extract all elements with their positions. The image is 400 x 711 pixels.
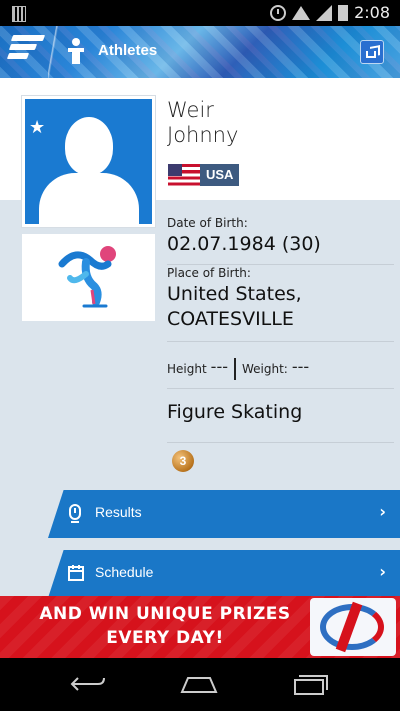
usa-flag-icon	[168, 164, 200, 186]
pob-city: COATESVILLE	[167, 308, 294, 330]
bronze-medal-badge[interactable]: 3	[172, 450, 194, 472]
country-badge: USA	[168, 164, 240, 186]
notification-icon	[12, 6, 26, 22]
results-button[interactable]: Results ›	[0, 490, 400, 538]
menu-icon[interactable]	[6, 32, 46, 70]
ad-line2: EVERY DAY!	[106, 628, 224, 648]
athlete-detail: ★ Weir Johnny USA Date of Birth: 02.07.1…	[0, 78, 400, 596]
sport-name: Figure Skating	[167, 401, 303, 423]
pob-label: Place of Birth:	[167, 266, 251, 280]
app-header: Athletes	[0, 26, 400, 78]
signal-icon	[316, 4, 333, 21]
athlete-photo: ★	[22, 96, 155, 227]
dob-label: Date of Birth:	[167, 216, 248, 230]
weight-value: ---	[291, 356, 310, 376]
weight-label: Weight:	[242, 362, 288, 376]
home-icon[interactable]	[180, 676, 218, 694]
height-label: Height	[167, 362, 207, 376]
country-code: USA	[200, 164, 240, 186]
chevron-right-icon: ›	[379, 562, 386, 581]
athlete-first-name: Johnny	[167, 123, 239, 147]
alarm-icon	[270, 4, 287, 21]
athlete-name: Weir Johnny	[167, 98, 238, 148]
dob-value: 02.07.1984 (30)	[167, 233, 321, 255]
system-nav-bar	[0, 658, 400, 711]
schedule-label: Schedule	[95, 564, 154, 580]
schedule-button[interactable]: Schedule ›	[0, 550, 400, 596]
ad-logo-icon	[310, 598, 396, 656]
figure-skating-icon	[58, 246, 116, 308]
height-value: ---	[210, 356, 228, 376]
recent-apps-icon[interactable]	[293, 674, 329, 696]
status-bar: 2:08	[0, 0, 400, 26]
pob-value: United States, COATESVILLE	[167, 282, 394, 332]
wifi-icon	[292, 5, 311, 20]
schedule-icon	[68, 565, 84, 581]
ad-line1: AND WIN UNIQUE PRIZES	[39, 604, 291, 624]
sport-pictogram	[22, 234, 155, 321]
athlete-last-name: Weir	[167, 98, 214, 122]
page-title: Athletes	[98, 42, 158, 59]
results-label: Results	[95, 504, 142, 520]
ad-text: AND WIN UNIQUE PRIZES EVERY DAY!	[20, 602, 310, 650]
height-weight: Height --- Weight: ---	[167, 356, 394, 380]
results-icon	[69, 504, 81, 523]
ad-banner[interactable]: AND WIN UNIQUE PRIZES EVERY DAY!	[0, 596, 400, 658]
pob-country: United States,	[167, 283, 302, 305]
battery-icon	[338, 4, 349, 21]
chevron-right-icon: ›	[379, 502, 386, 521]
star-icon[interactable]: ★	[29, 119, 45, 137]
back-icon[interactable]	[70, 674, 106, 694]
athlete-icon	[66, 38, 86, 66]
share-icon[interactable]	[360, 40, 384, 64]
status-time: 2:08	[354, 3, 390, 22]
